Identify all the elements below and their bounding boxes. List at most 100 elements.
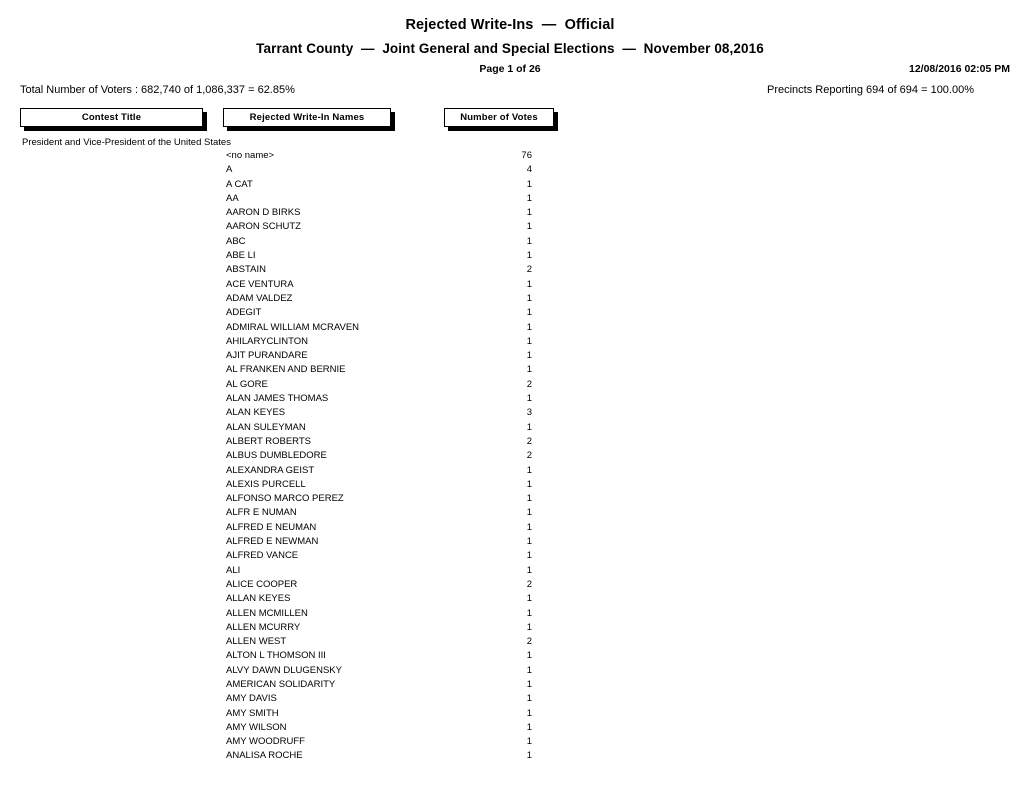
table-row: ALI 1 [0,565,1020,579]
write-in-name: ALFONSO MARCO PEREZ [226,493,344,505]
write-in-name: ALBUS DUMBLEDORE [226,450,327,462]
write-in-name: AL GORE [226,378,268,390]
vote-count: 1 [526,564,532,576]
write-in-name: AMERICAN SOLIDARITY [226,678,336,690]
write-in-name: ABC [226,235,246,247]
table-row: ALVY DAWN DLUGENSKY 1 [0,665,1020,679]
vote-count: 1 [526,721,532,733]
write-in-name: AMY DAVIS [226,693,277,705]
write-in-name: ALTON L THOMSON III [226,650,326,662]
vote-count: 1 [526,693,532,705]
table-row: ALICE COOPER 2 [0,579,1020,593]
write-in-name: A CAT [226,178,253,190]
vote-count: 3 [526,407,532,419]
write-in-name: ALLEN MCMILLEN [226,607,308,619]
table-row: ADMIRAL WILLIAM MCRAVEN 1 [0,322,1020,336]
column-header-contest-title[interactable]: Contest Title [20,108,203,127]
write-in-name: <no name> [226,150,275,161]
vote-count: 1 [526,235,532,247]
vote-count: 1 [526,478,532,490]
vote-count: 1 [526,550,532,562]
table-row: ALBUS DUMBLEDORE 2 [0,450,1020,464]
table-row: AARON D BIRKS 1 [0,207,1020,221]
vote-count: 2 [526,578,532,590]
vote-count: 1 [526,350,532,362]
vote-count: 2 [526,435,532,447]
vote-count: 1 [526,307,532,319]
table-row: AMY DAVIS 1 [0,693,1020,707]
table-row: AMY WOODRUFF 1 [0,736,1020,750]
write-in-name: ALFR E NUMAN [226,507,297,519]
column-header-rejected-write-in-names[interactable]: Rejected Write-In Names [223,108,391,127]
write-in-name: ADMIRAL WILLIAM MCRAVEN [226,321,360,333]
write-in-name: ALEXANDRA GEIST [226,464,315,476]
write-in-name: AARON D BIRKS [226,207,301,219]
write-in-name: AMY SMITH [226,707,279,719]
table-row: ALAN KEYES 3 [0,407,1020,421]
table-row: ALLAN KEYES 1 [0,593,1020,607]
table-row: AJIT PURANDARE 1 [0,350,1020,364]
table-row: A4 [0,164,1020,178]
report-subtitle: Tarrant County — Joint General and Speci… [256,41,764,56]
table-row: ADEGIT 1 [0,307,1020,321]
vote-count: 2 [526,450,532,462]
table-row: ACE VENTURA 1 [0,279,1020,293]
table-row: AMY SMITH 1 [0,708,1020,722]
vote-count: 1 [526,221,532,233]
report-timestamp: 12/08/2016 02:05 PM [909,63,1010,75]
vote-count: 1 [526,207,532,219]
table-row: ALEXIS PURCELL 1 [0,479,1020,493]
report-header: Rejected Write-Ins — Official Tarrant Co… [0,0,1020,57]
table-row: ALFONSO MARCO PEREZ 1 [0,493,1020,507]
vote-count: 2 [526,636,532,648]
write-in-name: ALFRED E NEUMAN [226,521,317,533]
table-row: ALLEN MCMILLEN 1 [0,608,1020,622]
contest-title: President and Vice-President of the Unit… [22,137,231,148]
write-in-name: ALLEN MCURRY [226,621,301,633]
table-row: ALLEN WEST 2 [0,636,1020,650]
write-in-name: ALI [226,564,241,576]
vote-count: 1 [526,607,532,619]
report-title: Rejected Write-Ins — Official [405,17,615,33]
vote-count: 1 [526,736,532,748]
vote-count: 1 [526,278,532,290]
total-voters-summary: Total Number of Voters : 682,740 of 1,08… [20,84,295,96]
vote-count: 4 [526,164,532,176]
table-row: AARON SCHUTZ 1 [0,221,1020,235]
table-row: A CAT 1 [0,179,1020,193]
write-in-name: AHILARYCLINTON [226,335,309,347]
write-in-name: ABE LI [226,250,256,262]
write-in-name: ANALISA ROCHE [226,750,303,762]
table-row: ABSTAIN 2 [0,264,1020,278]
write-in-name: ADAM VALDEZ [226,292,293,304]
table-row: ALFR E NUMAN 1 [0,507,1020,521]
report-totals-row: Total Number of Voters : 682,740 of 1,08… [0,84,1020,100]
table-row: ABE LI 1 [0,250,1020,264]
write-in-name: ALLEN WEST [226,636,287,648]
table-row: ALFRED E NEWMAN 1 [0,536,1020,550]
write-in-name: ALLAN KEYES [226,593,291,605]
vote-count: 76 [521,150,532,161]
vote-count: 1 [526,250,532,262]
table-row: AA 1 [0,193,1020,207]
report-meta-row: Page 1 of 26 12/08/2016 02:05 PM [0,63,1020,81]
report-page: Rejected Write-Ins — Official Tarrant Co… [0,0,1020,788]
vote-count: 1 [526,192,532,204]
vote-count: 1 [526,464,532,476]
vote-count: 1 [526,421,532,433]
write-in-name: ALFRED E NEWMAN [226,536,319,548]
table-row: AL FRANKEN AND BERNIE 1 [0,364,1020,378]
table-row: ANALISA ROCHE 1 [0,750,1020,764]
write-in-name: ALVY DAWN DLUGENSKY [226,664,342,676]
vote-count: 1 [526,521,532,533]
column-header-number-of-votes[interactable]: Number of Votes [444,108,554,127]
vote-count: 1 [526,292,532,304]
vote-count: 1 [526,507,532,519]
vote-count: 1 [526,364,532,376]
table-row: ALAN SULEYMAN 1 [0,422,1020,436]
write-in-name: ALBERT ROBERTS [226,435,312,447]
write-in-name: AMY WOODRUFF [226,736,305,748]
table-row: ALEXANDRA GEIST 1 [0,465,1020,479]
vote-count: 1 [526,707,532,719]
vote-count: 1 [526,393,532,405]
